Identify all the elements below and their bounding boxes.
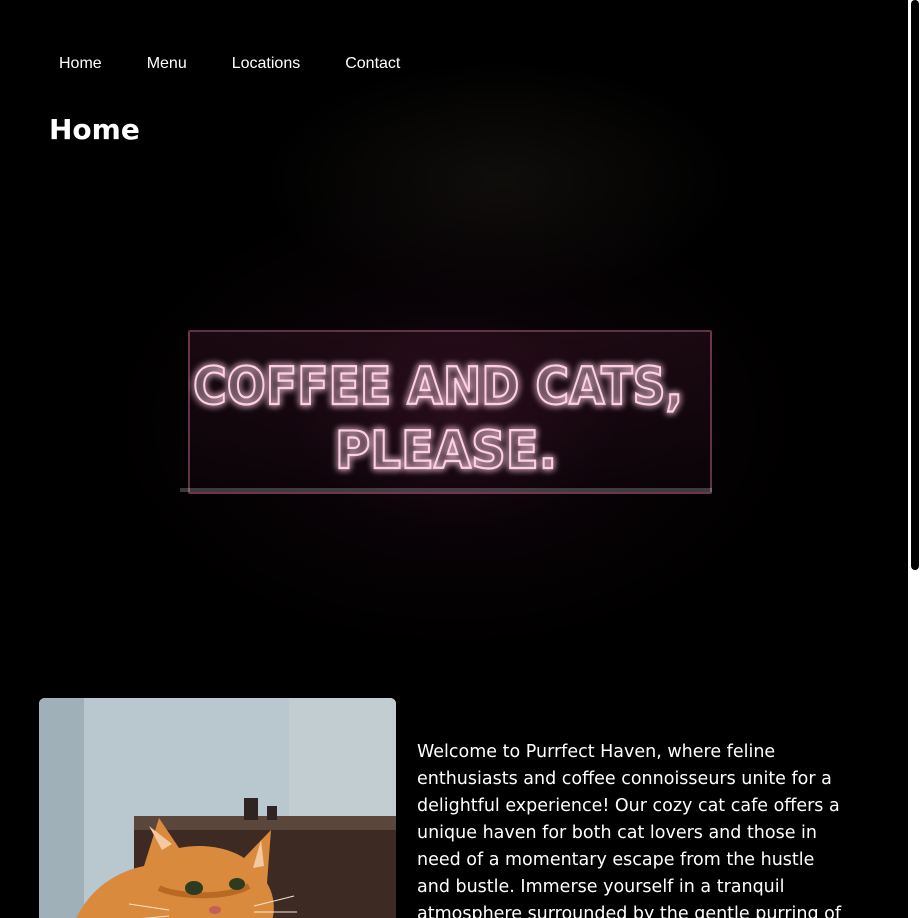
- scrollbar[interactable]: [908, 0, 923, 918]
- scrollbar-thumb[interactable]: [911, 0, 919, 570]
- page-title: Home: [49, 113, 140, 146]
- main-nav: Home Menu Locations Contact: [59, 54, 400, 74]
- neon-sign: COFFEE AND CATS, PLEASE.: [188, 346, 708, 482]
- cat-photo: [39, 698, 396, 918]
- sign-base: [180, 488, 712, 492]
- nav-menu-link[interactable]: Menu: [147, 54, 187, 74]
- nav-locations-link[interactable]: Locations: [232, 54, 301, 74]
- page: COFFEE AND CATS, PLEASE. Home Menu Locat…: [0, 0, 923, 918]
- neon-sign-line-2: PLEASE.: [335, 421, 557, 478]
- nav-contact-link[interactable]: Contact: [345, 54, 400, 74]
- intro-paragraph: Welcome to Purrfect Haven, where feline …: [417, 742, 842, 918]
- neon-sign-line-1: COFFEE AND CATS,: [193, 357, 683, 417]
- nav-home-link[interactable]: Home: [59, 54, 102, 74]
- hero-neon-sign-image: COFFEE AND CATS, PLEASE.: [0, 0, 908, 690]
